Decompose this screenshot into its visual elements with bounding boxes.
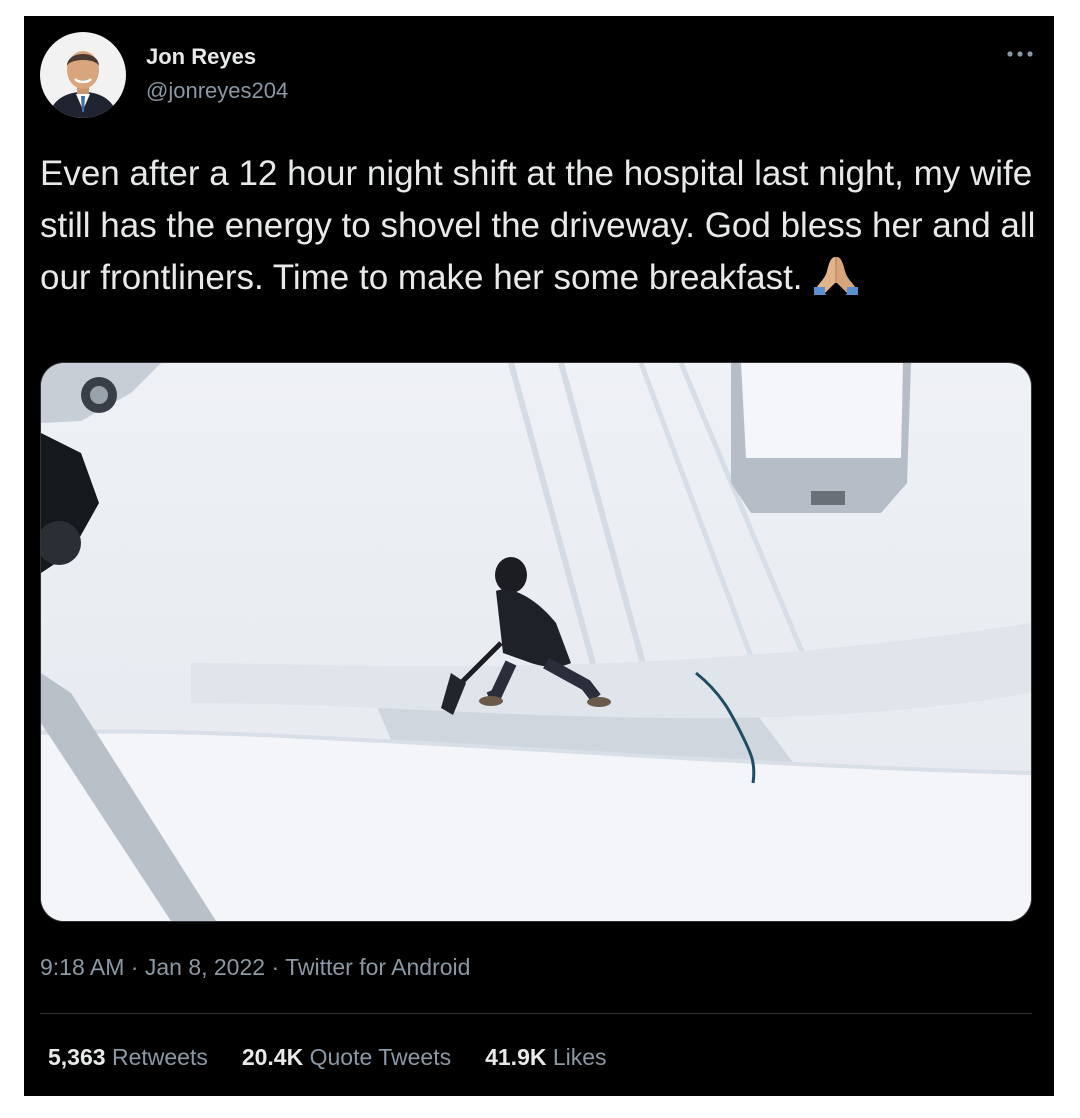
quote-tweets-label: Quote Tweets bbox=[309, 1044, 452, 1070]
retweets-count: 5,363 bbox=[48, 1044, 106, 1070]
avatar[interactable] bbox=[40, 32, 126, 118]
more-horizontal-icon[interactable] bbox=[1004, 44, 1036, 64]
retweets-stat[interactable]: 5,363 Retweets bbox=[48, 1044, 208, 1071]
tweet-metadata: 9:18 AM · Jan 8, 2022 · Twitter for Andr… bbox=[40, 954, 470, 981]
tweet-photo[interactable] bbox=[40, 362, 1032, 922]
tweet-stats: 5,363 Retweets 20.4K Quote Tweets 41.9K … bbox=[48, 1044, 607, 1071]
author-name[interactable]: Jon Reyes bbox=[146, 44, 256, 70]
retweets-label: Retweets bbox=[111, 1044, 208, 1070]
tweet-time[interactable]: 9:18 AM bbox=[40, 954, 124, 980]
meta-separator: · bbox=[124, 954, 145, 980]
likes-label: Likes bbox=[552, 1044, 607, 1070]
divider bbox=[40, 1013, 1032, 1014]
likes-stat[interactable]: 41.9K Likes bbox=[485, 1044, 606, 1071]
tweet-date[interactable]: Jan 8, 2022 bbox=[145, 954, 265, 980]
quote-tweets-count: 20.4K bbox=[241, 1044, 304, 1070]
tweet-card: Jon Reyes @jonreyes204 Even after a 12 h… bbox=[24, 16, 1054, 1096]
meta-separator: · bbox=[265, 954, 286, 980]
likes-count: 41.9K bbox=[485, 1044, 547, 1070]
tweet-text-body: Even after a 12 hour night shift at the … bbox=[40, 154, 1036, 297]
folded-hands-emoji bbox=[813, 253, 859, 310]
tweet-text: Even after a 12 hour night shift at the … bbox=[40, 148, 1040, 310]
quote-tweets-stat[interactable]: 20.4K Quote Tweets bbox=[242, 1044, 451, 1071]
tweet-source[interactable]: Twitter for Android bbox=[285, 954, 470, 980]
author-handle[interactable]: @jonreyes204 bbox=[146, 78, 288, 104]
